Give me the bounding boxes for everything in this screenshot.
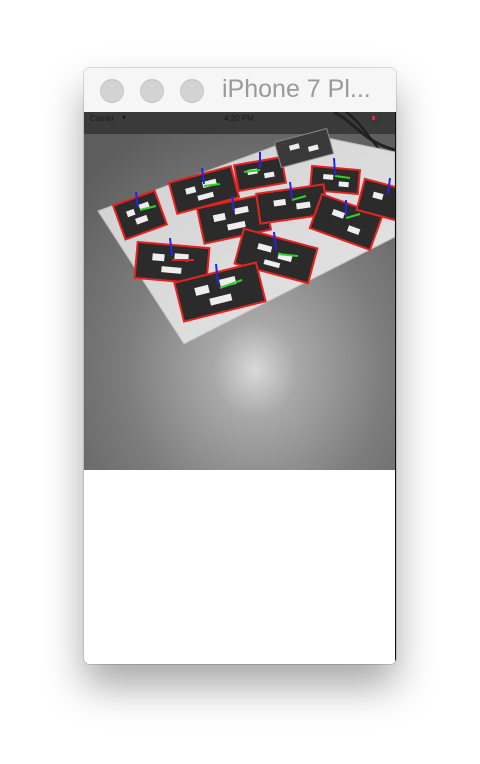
screen-edge: [395, 112, 396, 664]
title-bar[interactable]: iPhone 7 Pl...: [84, 68, 396, 113]
minimize-button[interactable]: [140, 79, 164, 103]
close-button[interactable]: [100, 79, 124, 103]
zoom-button[interactable]: [180, 79, 204, 103]
status-bar: Carrier ▾ 4:20 PM: [84, 112, 395, 126]
camera-view: Carrier ▾ 4:20 PM: [84, 112, 395, 470]
window-title: iPhone 7 Pl...: [222, 75, 371, 103]
battery-icon: [371, 115, 381, 121]
carrier-label: Carrier: [90, 114, 115, 123]
device-screen[interactable]: Carrier ▾ 4:20 PM: [84, 112, 396, 664]
status-time: 4:20 PM: [224, 114, 254, 123]
wifi-icon: ▾: [122, 113, 127, 122]
axis-z: [333, 157, 336, 175]
simulator-window: iPhone 7 Pl... Carrier ▾ 4:20 PM: [84, 68, 396, 664]
